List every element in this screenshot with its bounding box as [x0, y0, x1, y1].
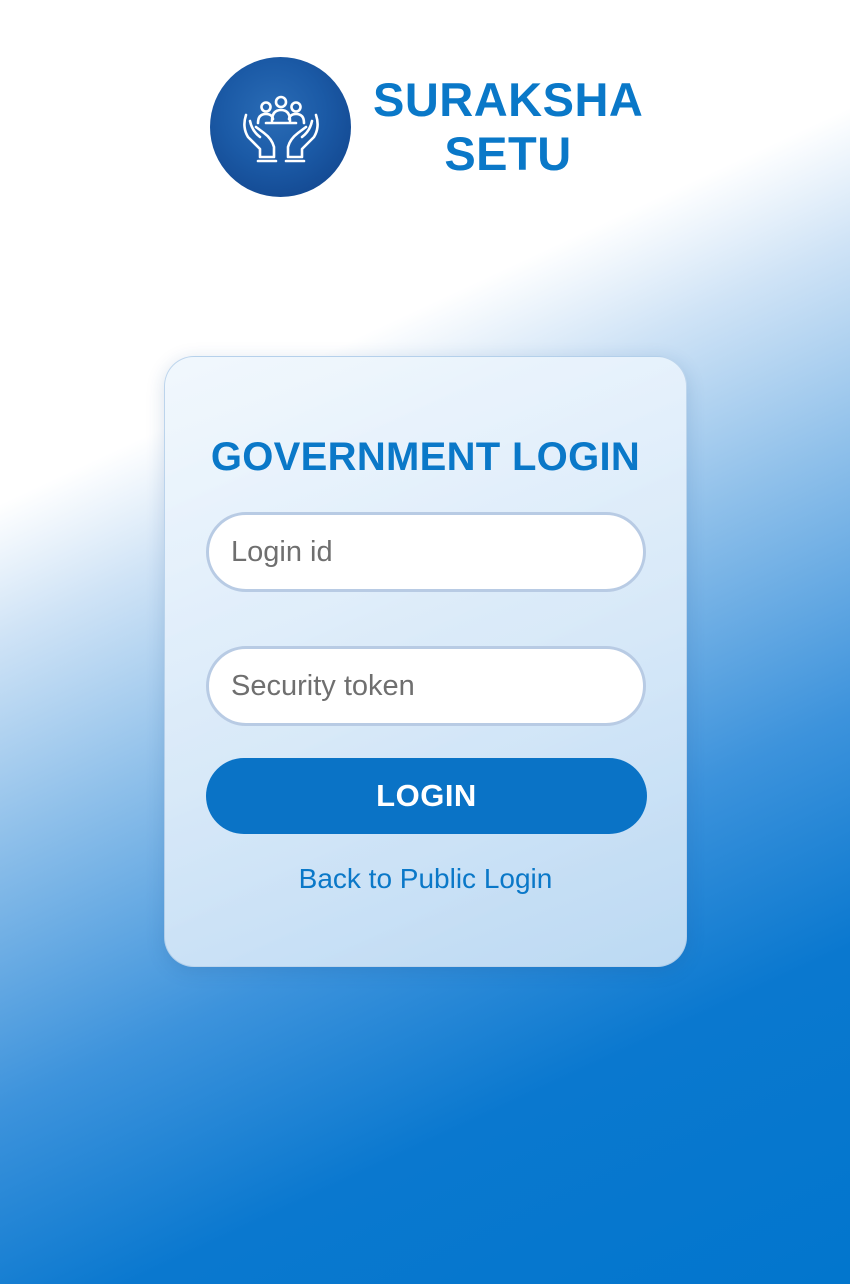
back-to-public-login-link[interactable]: Back to Public Login [165, 863, 686, 895]
brand-name-line1: SURAKSHA [373, 73, 644, 126]
hands-protecting-people-icon [242, 95, 319, 163]
page-title: GOVERNMENT LOGIN [210, 435, 641, 479]
login-button[interactable]: LOGIN [206, 758, 647, 834]
login-id-input[interactable] [206, 512, 646, 592]
app-logo [210, 57, 351, 197]
brand-header: SURAKSHA SETU [210, 57, 643, 197]
login-card: GOVERNMENT LOGIN LOGIN Back to Public Lo… [164, 356, 687, 967]
brand-name-line2: SETU [444, 127, 572, 180]
brand-name: SURAKSHA SETU [373, 73, 643, 181]
security-token-input[interactable] [206, 646, 646, 726]
